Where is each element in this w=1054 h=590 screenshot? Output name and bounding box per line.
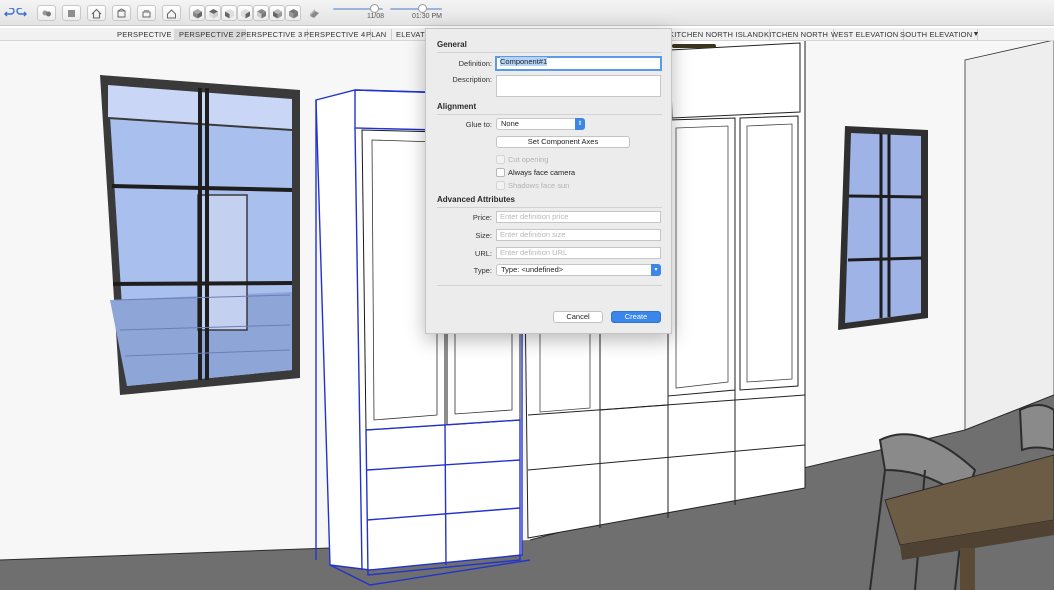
price-field[interactable]: Enter definition price bbox=[496, 211, 661, 223]
shadow-date-slider-knob[interactable] bbox=[370, 4, 379, 13]
tab-perspective-3[interactable]: PERSPECTIVE 3 bbox=[236, 29, 309, 40]
shadow-time-slider-knob[interactable] bbox=[418, 4, 427, 13]
front-cube-icon[interactable] bbox=[221, 5, 237, 21]
shadow-date-label: 11/08 bbox=[367, 13, 384, 20]
right-window bbox=[838, 126, 928, 330]
section-icon[interactable] bbox=[305, 5, 324, 21]
tab-west-elevation[interactable]: WEST ELEVATION bbox=[826, 29, 905, 40]
redo-icon[interactable] bbox=[15, 5, 28, 21]
dining-chair-2 bbox=[1018, 404, 1054, 452]
tab-plan[interactable]: PLAN bbox=[361, 29, 393, 40]
orbit-icon[interactable] bbox=[37, 5, 56, 21]
left-cube-icon[interactable] bbox=[269, 5, 285, 21]
cancel-button[interactable]: Cancel bbox=[553, 311, 603, 323]
definition-value: Component#1 bbox=[500, 57, 548, 66]
shadows-face-sun-label: Shadows face sun bbox=[508, 181, 570, 190]
bottom-cube-icon[interactable] bbox=[285, 5, 301, 21]
general-separator bbox=[437, 52, 662, 53]
always-face-camera-checkbox[interactable] bbox=[496, 168, 505, 177]
glue-to-popup[interactable]: None ⇕ bbox=[496, 118, 585, 130]
right-wall bbox=[964, 41, 1054, 431]
definition-field[interactable]: Component#1 bbox=[495, 56, 662, 71]
right-cube-icon[interactable] bbox=[237, 5, 253, 21]
alignment-section-title: Alignment bbox=[437, 102, 477, 111]
set-component-axes-button[interactable]: Set Component Axes bbox=[496, 136, 630, 148]
description-field[interactable] bbox=[496, 75, 661, 97]
zoom-extents-icon[interactable] bbox=[62, 5, 81, 21]
front-view-icon[interactable] bbox=[112, 5, 131, 21]
type-value: Type: <undefined> bbox=[501, 265, 564, 274]
toolbar: 11/08 01:30 PM bbox=[0, 0, 1054, 26]
size-field[interactable]: Enter definition size bbox=[496, 229, 661, 241]
glue-to-value: None bbox=[501, 119, 519, 128]
tab-kitchen-north[interactable]: KITCHEN NORTH bbox=[759, 29, 835, 40]
glue-to-label: Glue to: bbox=[465, 120, 492, 129]
left-window bbox=[100, 75, 300, 395]
chevron-updown-icon: ⇕ bbox=[575, 118, 585, 130]
shadows-face-sun-checkbox bbox=[496, 181, 505, 190]
home-icon[interactable] bbox=[87, 5, 106, 21]
create-component-dialog: General Definition: Component#1 Descript… bbox=[425, 28, 672, 334]
advanced-section-title: Advanced Attributes bbox=[437, 195, 515, 204]
description-label: Description: bbox=[452, 75, 492, 84]
type-popup[interactable]: Type: <undefined> ▾ bbox=[496, 264, 661, 276]
general-section-title: General bbox=[437, 40, 467, 49]
price-label: Price: bbox=[472, 213, 492, 222]
tab-south-elevation[interactable]: SOUTH ELEVATION bbox=[895, 29, 979, 40]
house-icon[interactable] bbox=[162, 5, 181, 21]
always-face-camera-label[interactable]: Always face camera bbox=[508, 168, 575, 177]
shadow-time-label: 01:30 PM bbox=[412, 13, 442, 20]
cut-opening-checkbox bbox=[496, 155, 505, 164]
tab-kitchen-north-island[interactable]: KITCHEN NORTH ISLAND bbox=[664, 29, 770, 40]
create-button[interactable]: Create bbox=[611, 311, 661, 323]
iso-view-icon[interactable] bbox=[189, 5, 205, 21]
url-field[interactable]: Enter definition URL bbox=[496, 247, 661, 259]
advanced-separator bbox=[437, 207, 662, 208]
definition-label: Definition: bbox=[458, 59, 492, 68]
url-label: URL: bbox=[474, 249, 492, 258]
scene-tabs-more-button[interactable]: ▼ bbox=[970, 29, 982, 40]
chevron-down-icon: ▾ bbox=[651, 264, 661, 276]
side-view-icon[interactable] bbox=[137, 5, 156, 21]
top-view-icon[interactable] bbox=[205, 5, 221, 21]
cut-opening-label: Cut opening bbox=[508, 155, 549, 164]
type-label: Type: bbox=[473, 266, 492, 275]
alignment-separator bbox=[437, 114, 662, 115]
cabinet-bar-handle bbox=[672, 44, 716, 48]
footer-separator bbox=[437, 285, 662, 286]
size-label: Size: bbox=[475, 231, 492, 240]
shadow-time-slider[interactable] bbox=[390, 8, 442, 10]
back-cube-icon[interactable] bbox=[253, 5, 269, 21]
